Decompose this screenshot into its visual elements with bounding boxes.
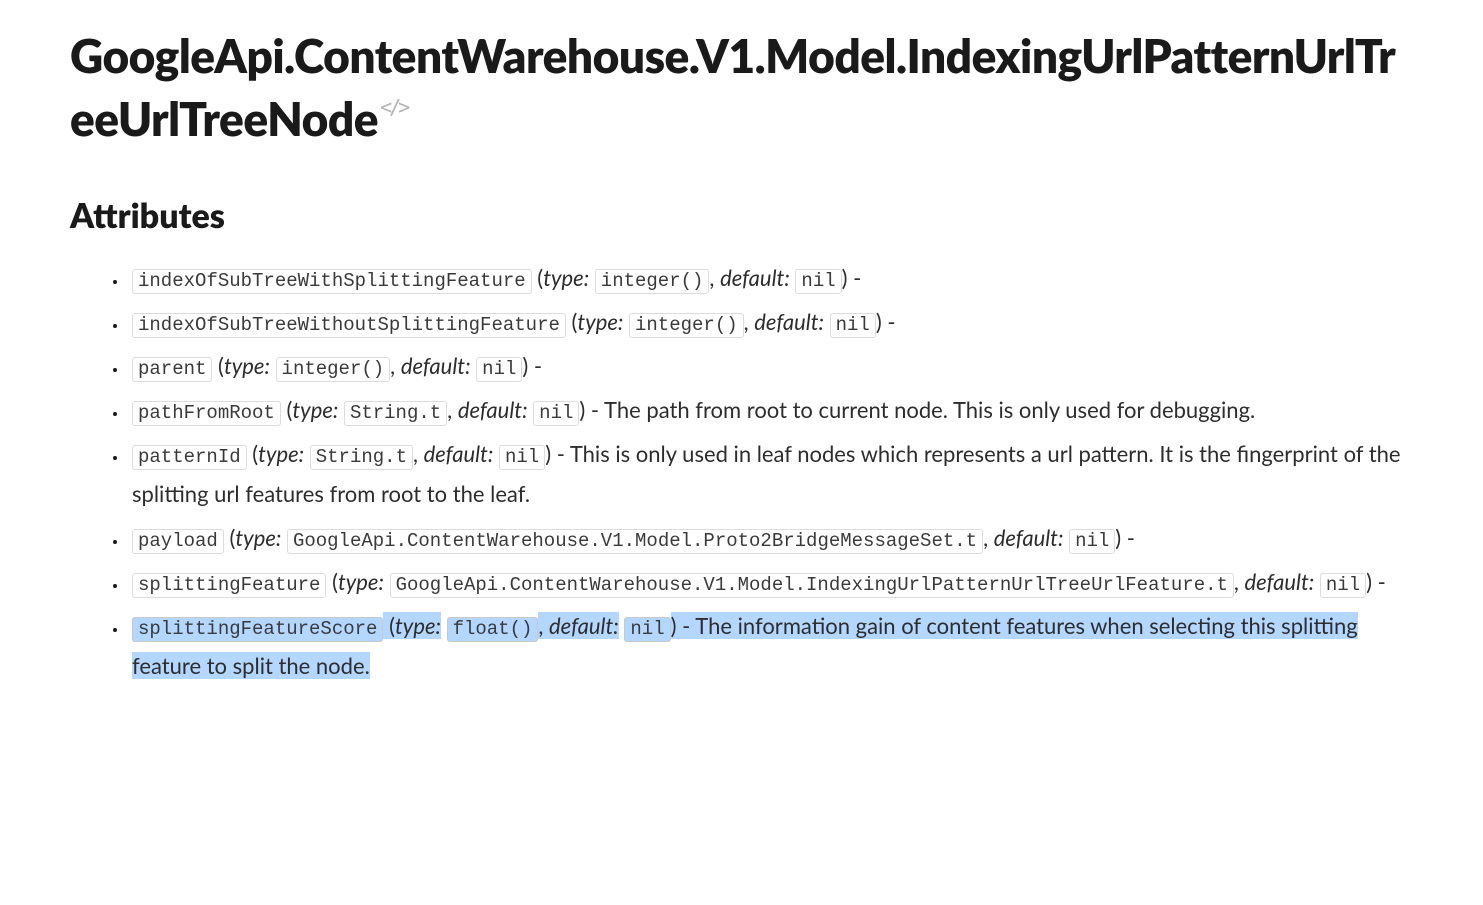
meta-close: ) -: [1366, 568, 1386, 595]
meta-separator: ,: [413, 440, 424, 467]
meta-separator: ,: [1234, 568, 1245, 595]
type-label: type:: [543, 264, 589, 291]
section-attributes-heading: Attributes: [70, 195, 1410, 236]
meta-open: (: [212, 352, 224, 379]
type-label: type:: [292, 396, 338, 423]
attribute-name: parent: [132, 357, 212, 382]
type-label: type:: [235, 524, 281, 551]
attribute-item: parent (type: integer(), default: nil) -: [128, 346, 1410, 386]
type-value: GoogleApi.ContentWarehouse.V1.Model.Inde…: [390, 573, 1234, 598]
meta-separator: ,: [447, 396, 458, 423]
attribute-item: payload (type: GoogleApi.ContentWarehous…: [128, 518, 1410, 558]
attribute-name: indexOfSubTreeWithSplittingFeature: [132, 269, 532, 294]
module-title: GoogleApi.ContentWarehouse.V1.Model.Inde…: [70, 24, 1410, 151]
meta-separator: ,: [983, 524, 994, 551]
type-value: integer(): [595, 269, 710, 294]
meta-separator: ,: [744, 308, 755, 335]
attributes-list: indexOfSubTreeWithSplittingFeature (type…: [70, 258, 1410, 686]
attribute-item: splittingFeatureScore (type: float(), de…: [128, 606, 1410, 686]
type-label: type:: [577, 308, 623, 335]
meta-open: (: [247, 440, 259, 467]
type-label: type:: [338, 568, 384, 595]
attribute-name: indexOfSubTreeWithoutSplittingFeature: [132, 313, 566, 338]
attribute-item: indexOfSubTreeWithoutSplittingFeature (t…: [128, 302, 1410, 342]
default-label: default:: [424, 440, 494, 467]
meta-separator: ,: [538, 612, 549, 639]
meta-separator: ,: [390, 352, 401, 379]
default-label: default:: [458, 396, 528, 423]
type-value: String.t: [310, 445, 413, 470]
default-value: nil: [533, 401, 579, 426]
type-label: type:: [224, 352, 270, 379]
default-value: nil: [830, 313, 876, 338]
default-label: default:: [401, 352, 471, 379]
meta-close: ) -: [876, 308, 896, 335]
type-label: type:: [258, 440, 304, 467]
attribute-item: patternId (type: String.t, default: nil)…: [128, 434, 1410, 514]
attribute-name: splittingFeatureScore: [132, 617, 383, 642]
default-value: nil: [1320, 573, 1366, 598]
attribute-name: patternId: [132, 445, 247, 470]
meta-open: (: [532, 264, 544, 291]
meta-open: (: [566, 308, 578, 335]
meta-close: ) -: [1115, 524, 1135, 551]
default-value: nil: [476, 357, 522, 382]
default-label: default:: [720, 264, 790, 291]
attribute-name: splittingFeature: [132, 573, 326, 598]
attribute-name: pathFromRoot: [132, 401, 281, 426]
attribute-description: The path from root to current node. This…: [604, 396, 1255, 423]
default-value: nil: [795, 269, 841, 294]
meta-open: (: [326, 568, 338, 595]
module-title-text: GoogleApi.ContentWarehouse.V1.Model.Inde…: [70, 28, 1395, 146]
meta-close: ) -: [522, 352, 542, 379]
meta-close: ) -: [671, 612, 696, 639]
meta-open: (: [224, 524, 236, 551]
default-label: default:: [994, 524, 1064, 551]
meta-separator: ,: [709, 264, 720, 291]
meta-close: ) -: [842, 264, 862, 291]
meta-close: ) -: [579, 396, 604, 423]
default-value: nil: [1069, 529, 1115, 554]
type-value: integer(): [629, 313, 744, 338]
type-value: integer(): [276, 357, 391, 382]
type-value: float(): [447, 617, 539, 642]
meta-open: (: [383, 612, 395, 639]
meta-close: ) -: [545, 440, 570, 467]
code-icon[interactable]: </>: [380, 94, 407, 122]
type-value: String.t: [344, 401, 447, 426]
type-value: GoogleApi.ContentWarehouse.V1.Model.Prot…: [287, 529, 983, 554]
page: GoogleApi.ContentWarehouse.V1.Model.Inde…: [0, 0, 1480, 730]
attribute-item: splittingFeature (type: GoogleApi.Conten…: [128, 562, 1410, 602]
attribute-item: indexOfSubTreeWithSplittingFeature (type…: [128, 258, 1410, 298]
attribute-name: payload: [132, 529, 224, 554]
default-label: default:: [1245, 568, 1315, 595]
type-label: type:: [395, 612, 441, 639]
default-label: default:: [549, 612, 619, 639]
default-label: default:: [754, 308, 824, 335]
default-value: nil: [499, 445, 545, 470]
default-value: nil: [624, 617, 670, 642]
meta-open: (: [281, 396, 293, 423]
attribute-item: pathFromRoot (type: String.t, default: n…: [128, 390, 1410, 430]
